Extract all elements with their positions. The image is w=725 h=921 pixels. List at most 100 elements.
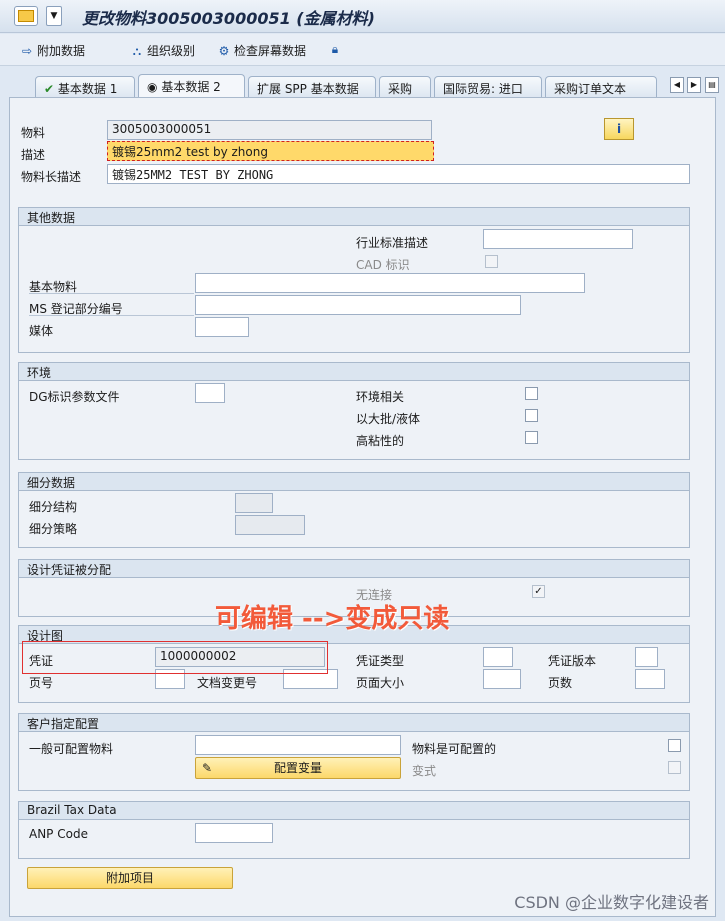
arrow-right-icon: ⇨ bbox=[21, 43, 33, 58]
menu-dropdown-button[interactable]: ▼ bbox=[46, 6, 62, 26]
info-button[interactable]: i bbox=[604, 118, 634, 140]
tab-spp-basic-data[interactable]: 扩展 SPP 基本数据 bbox=[248, 76, 376, 98]
org-levels-label: 组织级别 bbox=[147, 44, 196, 58]
additional-data-label: 附加数据 bbox=[37, 44, 86, 58]
check-screen-icon: ⚙ bbox=[218, 43, 230, 58]
segmentation-group: 细分数据 bbox=[18, 472, 690, 548]
doc-change-no-label: 文档变更号 bbox=[197, 676, 258, 690]
cad-checkbox[interactable] bbox=[485, 255, 498, 268]
brazil-tax-group: Brazil Tax Data bbox=[18, 801, 690, 859]
tab-scroll-left-button[interactable]: ◀ bbox=[670, 77, 684, 93]
seg-structure-label: 细分结构 bbox=[29, 500, 78, 514]
bulk-liquid-label: 以大批/液体 bbox=[356, 412, 421, 426]
long-description-field[interactable]: 镀锡25MM2 TEST BY ZHONG bbox=[107, 164, 690, 184]
env-relevant-checkbox[interactable] bbox=[525, 387, 538, 400]
check-screen-data-button[interactable]: ⚙ 检查屏幕数据 bbox=[217, 42, 306, 59]
tab-label: 基本数据 2 bbox=[161, 80, 221, 94]
divider bbox=[29, 315, 194, 316]
tab-label: 基本数据 1 bbox=[57, 82, 118, 96]
general-config-label: 一般可配置物料 bbox=[29, 742, 114, 756]
anp-code-label: ANP Code bbox=[29, 827, 88, 841]
description-label: 描述 bbox=[21, 148, 46, 162]
page-size-field[interactable] bbox=[483, 669, 521, 689]
ms-part-field[interactable] bbox=[195, 295, 521, 315]
variant-checkbox[interactable] bbox=[668, 761, 681, 774]
tab-label: 采购订单文本 bbox=[554, 82, 627, 96]
base-material-field[interactable] bbox=[195, 273, 585, 293]
is-configurable-label: 物料是可配置的 bbox=[412, 742, 497, 756]
tab-po-text[interactable]: 采购订单文本 bbox=[545, 76, 657, 98]
seg-structure-field[interactable] bbox=[235, 493, 273, 513]
environment-group: 环境 bbox=[18, 362, 690, 460]
check-screen-data-label: 检查屏幕数据 bbox=[234, 44, 307, 58]
material-label: 物料 bbox=[21, 126, 46, 140]
edit-icon: ✎ bbox=[202, 761, 213, 775]
tab-label: 采购 bbox=[388, 82, 413, 96]
config-variant-button[interactable]: ✎ 配置变量 bbox=[195, 757, 401, 779]
application-toolbar: ⇨ 附加数据 ⛬ 组织级别 ⚙ 检查屏幕数据 🔒︎ bbox=[0, 34, 725, 66]
info-icon: i bbox=[616, 122, 622, 136]
highlight-box bbox=[22, 641, 328, 674]
group-title: 其他数据 bbox=[19, 208, 689, 226]
system-menu-button[interactable] bbox=[14, 6, 38, 26]
doc-version-label: 凭证版本 bbox=[548, 654, 597, 668]
check-icon: ✔ bbox=[44, 82, 55, 96]
pages-label: 页数 bbox=[548, 676, 573, 690]
annotation-text: 可编辑 -->变成只读 bbox=[215, 604, 450, 634]
general-config-field[interactable] bbox=[195, 735, 401, 755]
tab-basic-data-1[interactable]: ✔ 基本数据 1 bbox=[35, 76, 135, 98]
variant-label: 变式 bbox=[412, 764, 437, 778]
page-number-label: 页号 bbox=[29, 676, 54, 690]
group-title: 环境 bbox=[19, 363, 689, 381]
anp-code-field[interactable] bbox=[195, 823, 273, 843]
high-viscosity-label: 高粘性的 bbox=[356, 434, 405, 448]
doc-type-field[interactable] bbox=[483, 647, 513, 667]
lock-icon: 🔒︎ bbox=[331, 42, 339, 56]
tab-label: 扩展 SPP 基本数据 bbox=[257, 82, 359, 96]
title-bar: ▼ 更改物料3005003000051 (金属材料) bbox=[0, 0, 725, 33]
is-configurable-checkbox[interactable] bbox=[668, 739, 681, 752]
group-title: Brazil Tax Data bbox=[19, 802, 689, 820]
no-link-checkbox[interactable]: ✓ bbox=[532, 585, 545, 598]
tab-basic-data-2[interactable]: ◉ 基本数据 2 bbox=[138, 74, 245, 99]
long-description-label: 物料长描述 bbox=[21, 170, 82, 184]
window-title: 更改物料3005003000051 (金属材料) bbox=[82, 9, 375, 28]
description-field[interactable]: 镀锡25mm2 test by zhong bbox=[107, 141, 434, 161]
industry-desc-label: 行业标准描述 bbox=[356, 236, 429, 250]
doc-type-label: 凭证类型 bbox=[356, 654, 405, 668]
doc-version-field[interactable] bbox=[635, 647, 658, 667]
dg-profile-field[interactable] bbox=[195, 383, 225, 403]
industry-desc-field[interactable] bbox=[483, 229, 633, 249]
lock-button[interactable]: 🔒︎ bbox=[328, 42, 342, 56]
material-field: 3005003000051 bbox=[107, 120, 432, 140]
medium-field[interactable] bbox=[195, 317, 249, 337]
additional-data-button[interactable]: ⇨ 附加数据 bbox=[20, 42, 85, 59]
page-size-label: 页面大小 bbox=[356, 676, 405, 690]
radio-icon: ◉ bbox=[147, 80, 158, 94]
high-viscosity-checkbox[interactable] bbox=[525, 431, 538, 444]
tab-strip: ✔ 基本数据 1 ◉ 基本数据 2 扩展 SPP 基本数据 采购 国际贸易: 进… bbox=[0, 74, 725, 99]
org-levels-button[interactable]: ⛬ 组织级别 bbox=[130, 42, 195, 59]
config-variant-label: 配置变量 bbox=[273, 761, 322, 775]
pages-field[interactable] bbox=[635, 669, 665, 689]
tab-scroll-right-button[interactable]: ▶ bbox=[687, 77, 701, 93]
group-title: 设计凭证被分配 bbox=[19, 560, 689, 578]
add-item-button[interactable]: 附加项目 bbox=[27, 867, 233, 889]
seg-strategy-label: 细分策略 bbox=[29, 522, 78, 536]
tab-foreign-trade-import[interactable]: 国际贸易: 进口 bbox=[434, 76, 542, 98]
cad-label: CAD 标识 bbox=[356, 258, 410, 272]
env-relevant-label: 环境相关 bbox=[356, 390, 405, 404]
tab-label: 国际贸易: 进口 bbox=[443, 82, 523, 96]
bulk-liquid-checkbox[interactable] bbox=[525, 409, 538, 422]
dg-profile-label: DG标识参数文件 bbox=[29, 390, 120, 404]
group-title: 客户指定配置 bbox=[19, 714, 689, 732]
group-title: 细分数据 bbox=[19, 473, 689, 491]
tab-purchasing[interactable]: 采购 bbox=[379, 76, 431, 98]
hierarchy-icon: ⛬ bbox=[132, 43, 142, 58]
seg-strategy-field[interactable] bbox=[235, 515, 305, 535]
menu-icon bbox=[18, 10, 34, 22]
medium-label: 媒体 bbox=[29, 324, 54, 338]
divider bbox=[29, 293, 194, 294]
tab-list-button[interactable]: ▤ bbox=[705, 77, 719, 93]
watermark: CSDN @企业数字化建设者 bbox=[514, 893, 709, 912]
